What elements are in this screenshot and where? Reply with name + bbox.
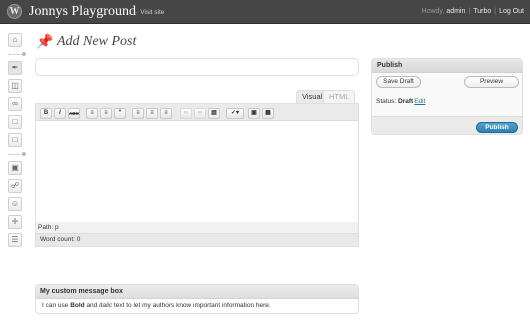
posts-icon[interactable]: ✒ [8,61,22,75]
custom-box-heading[interactable]: My custom message box [36,285,358,299]
post-status: Status: DraftEdit [376,98,425,105]
howdy-text: Howdy, [421,8,447,15]
align-center-icon[interactable]: ≡ [146,108,158,119]
users-icon[interactable]: ☺ [8,197,22,211]
custom-text-bold: Bold [70,302,85,309]
pages-icon[interactable]: □ [8,115,22,129]
admin-header: W Jonnys Playground ← Visit site Howdy, … [0,0,530,24]
bullet-list-icon[interactable]: ≡ [86,108,98,119]
wordpress-logo-icon: W [7,4,22,19]
separator: | [468,8,471,15]
custom-message-box: My custom message box I can use Bold and… [35,284,359,314]
align-right-icon[interactable]: ≡ [160,108,172,119]
custom-text-after: text to let my authors know important in… [112,302,271,309]
strikethrough-button[interactable]: ABC [68,108,80,119]
custom-text-italic: italic [99,302,113,309]
word-count: Word count: 0 [36,233,358,246]
separator: | [494,8,497,15]
fullscreen-icon[interactable]: ▣ [248,108,260,119]
spellcheck-icon[interactable]: ✓▾ [226,108,244,119]
post-title-input[interactable] [35,58,359,76]
custom-box-text: I can use Bold and italic text to let my… [36,299,358,313]
post-editor: B I ABC ≡ ≡ “ ≡ ≡ ≡ ∞ ∞ ▤ ✓▾ ▣ ▦ Path: p… [35,103,359,247]
preview-button[interactable]: Preview [464,76,519,88]
username-link[interactable]: admin [446,8,465,15]
editor-content-area[interactable] [36,121,358,222]
links-icon[interactable]: ∞ [8,97,22,111]
turbo-link[interactable]: Turbo [473,8,491,15]
admin-menu: ⌂ ✒ ◫ ∞ □ □ ▣ ☍ ☺ ✛ ☰ [8,33,26,251]
visit-site-link[interactable]: ← Visit site [132,9,164,16]
publish-box: Publish Save Draft Preview Status: Draft… [371,58,523,135]
status-value: Draft [398,98,414,105]
blockquote-icon[interactable]: “ [114,108,126,119]
comments-icon[interactable]: □ [8,133,22,147]
pushpin-icon: 📌 [36,33,54,49]
edit-status-link[interactable]: Edit [414,98,425,105]
kitchen-sink-icon[interactable]: ▦ [262,108,274,119]
bold-button[interactable]: B [40,108,52,119]
site-title[interactable]: Jonnys Playground [29,4,136,20]
settings-icon[interactable]: ☰ [8,233,22,247]
user-links: Howdy, admin | Turbo | Log Out [422,8,524,15]
publish-button[interactable]: Publish [476,122,518,133]
dashboard-icon[interactable]: ⌂ [8,33,22,47]
status-label: Status: [376,98,397,105]
numbered-list-icon[interactable]: ≡ [100,108,112,119]
save-draft-button[interactable]: Save Draft [376,76,421,88]
menu-separator[interactable] [8,151,26,157]
logout-link[interactable]: Log Out [499,8,524,15]
custom-text-middle: and [84,302,100,309]
tools-icon[interactable]: ✛ [8,215,22,229]
italic-button[interactable]: I [54,108,66,119]
insert-link-icon[interactable]: ∞ [180,108,192,119]
custom-text-before: I can use [42,302,71,309]
align-left-icon[interactable]: ≡ [132,108,144,119]
plugins-icon[interactable]: ☍ [8,179,22,193]
editor-path: Path: p [36,222,358,233]
editor-toolbar: B I ABC ≡ ≡ “ ≡ ≡ ≡ ∞ ∞ ▤ ✓▾ ▣ ▦ [36,104,358,121]
insert-more-icon[interactable]: ▤ [208,108,220,119]
tab-html[interactable]: HTML [323,90,356,103]
appearance-icon[interactable]: ▣ [8,161,22,175]
publish-heading[interactable]: Publish [372,59,522,73]
menu-separator[interactable] [8,51,26,57]
unlink-icon[interactable]: ∞ [194,108,206,119]
media-icon[interactable]: ◫ [8,79,22,93]
page-title: Add New Post [57,34,137,49]
